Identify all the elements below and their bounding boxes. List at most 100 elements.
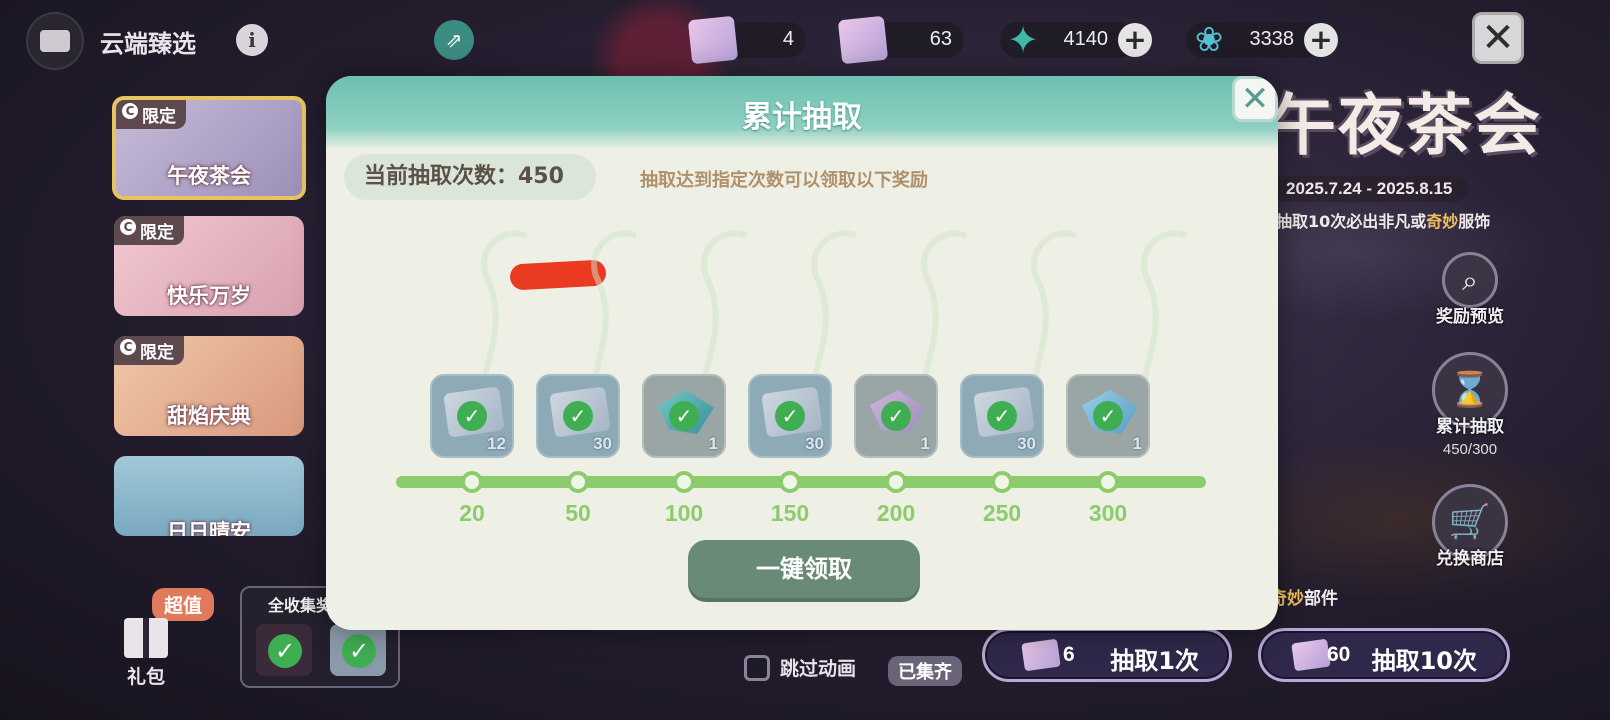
check-icon: ✓ <box>987 401 1017 431</box>
resource-value: 3338 <box>1249 28 1295 50</box>
reward-quantity: 1 <box>1132 434 1142 453</box>
event-note: 抽取10次必出非凡或奇妙服饰 <box>1276 212 1491 231</box>
gift-pack-button[interactable]: 礼包 <box>116 618 176 689</box>
cumulative-draw-button[interactable]: ⌛ 累计抽取 450/300 <box>1410 352 1530 458</box>
add-star-gem-button[interactable]: + <box>1118 23 1152 57</box>
resource-value: 4 <box>782 28 794 50</box>
add-butterfly-gem-button[interactable]: + <box>1304 23 1338 57</box>
banner-name: 午夜茶会 <box>167 164 251 188</box>
draw-ticket-icon <box>687 15 739 65</box>
draw-once-label: 抽取1次 <box>1110 647 1199 675</box>
close-page-button[interactable]: ✕ <box>1472 12 1524 64</box>
premium-ticket-icon <box>837 15 889 65</box>
milestone-node <box>991 471 1013 493</box>
value-badge: 超值 <box>152 588 215 621</box>
reward-quantity: 30 <box>593 434 612 453</box>
draw-ten-button[interactable]: 60 抽取10次 <box>1258 628 1510 682</box>
check-icon: ✓ <box>1093 401 1123 431</box>
check-icon: ✓ <box>775 401 805 431</box>
butterfly-gem-icon: ❀ <box>1194 20 1224 60</box>
banner-name: 快乐万岁 <box>167 284 251 308</box>
reward-quantity: 12 <box>487 434 506 453</box>
milestone-label: 150 <box>770 500 810 526</box>
collected-badge: 已集齐 <box>888 656 962 686</box>
milestone-label: 300 <box>1088 500 1128 526</box>
reward-quantity: 1 <box>920 434 930 453</box>
banner-midnight-tea[interactable]: 限定 午夜茶会 <box>112 96 306 200</box>
skip-label: 跳过动画 <box>780 658 857 680</box>
draw-ticket-icon <box>1291 638 1331 672</box>
banner-name: 甜焰庆典 <box>167 404 251 428</box>
check-icon: ✓ <box>563 401 593 431</box>
reward-card[interactable]: ✓ 1 <box>854 374 938 458</box>
limited-tag: 限定 <box>116 100 186 129</box>
reward-card[interactable]: ✓ 12 <box>430 374 514 458</box>
collection-title: 全收集奖 <box>268 596 333 615</box>
collection-slot: ✓ <box>256 624 312 676</box>
collection-slot: ✓ <box>330 624 386 676</box>
reward-preview-label: 奖励预览 <box>1436 307 1504 327</box>
shop-logo-icon <box>26 12 84 70</box>
draw-ticket-icon <box>1021 638 1061 672</box>
gift-label: 礼包 <box>126 666 165 688</box>
check-icon: ✓ <box>881 401 911 431</box>
exchange-shop-label: 兑换商店 <box>1436 549 1504 569</box>
milestone-node <box>567 471 589 493</box>
check-icon: ✓ <box>457 401 487 431</box>
resource-value: 63 <box>929 28 952 50</box>
check-icon: ✓ <box>268 634 302 668</box>
reward-quantity: 30 <box>805 434 824 453</box>
top-bar: 云端臻选 i ⇗ 4 63 ✦ 4140 + ❀ 3338 + ✕ <box>0 0 1610 80</box>
check-icon: ✓ <box>342 634 376 668</box>
draw-ten-label: 抽取10次 <box>1371 647 1477 675</box>
reward-preview-button[interactable]: ⌕ 奖励预览 <box>1410 252 1530 327</box>
skip-checkbox[interactable] <box>744 654 770 681</box>
app-title: 云端臻选 <box>100 30 196 58</box>
share-icon[interactable]: ⇗ <box>434 20 474 60</box>
exchange-shop-button[interactable]: 🛒 兑换商店 <box>1410 484 1530 569</box>
milestone-label: 50 <box>565 500 591 526</box>
close-icon[interactable]: ✕ <box>1232 76 1278 122</box>
limited-tag: 限定 <box>114 336 184 365</box>
resource-value: 4140 <box>1063 28 1109 50</box>
banner-happy[interactable]: 限定 快乐万岁 <box>114 216 304 316</box>
gift-icon <box>124 618 168 658</box>
current-draw-count: 当前抽取次数：450 <box>344 154 596 200</box>
resource-butterfly-gem: ❀ 3338 + <box>1186 20 1338 60</box>
milestone-label: 100 <box>664 500 704 526</box>
skip-animation-toggle[interactable]: 跳过动画 <box>744 654 856 681</box>
reward-card[interactable]: ✓ 30 <box>536 374 620 458</box>
check-icon: ✓ <box>669 401 699 431</box>
reward-hint: 抽取达到指定次数可以领取以下奖励 <box>640 170 928 191</box>
claim-all-button[interactable]: 一键领取 <box>688 540 920 598</box>
reward-card[interactable]: ✓ 1 <box>642 374 726 458</box>
milestone-label: 250 <box>982 500 1022 526</box>
milestone-node <box>885 471 907 493</box>
milestone-label: 200 <box>876 500 916 526</box>
reward-card[interactable]: ✓ 1 <box>1066 374 1150 458</box>
milestone-label: 20 <box>459 500 485 526</box>
draw-once-button[interactable]: 6 抽取1次 <box>982 628 1232 682</box>
progress-track <box>396 476 1206 488</box>
cumulative-draw-modal: 累计抽取 ✕ 当前抽取次数：450 抽取达到指定次数可以领取以下奖励 ✓ 12 ✓ 3… <box>326 76 1278 630</box>
reward-quantity: 1 <box>708 434 718 453</box>
modal-title: 累计抽取 <box>742 100 862 135</box>
resource-draw-ticket: 4 <box>687 15 806 65</box>
star-gem-icon: ✦ <box>1007 18 1039 62</box>
banner-sunny-day[interactable]: 日日晴安 <box>114 456 304 536</box>
info-icon[interactable]: i <box>236 24 268 56</box>
cumulative-draw-progress: 450/300 <box>1442 441 1498 458</box>
resource-premium-ticket: 63 <box>837 15 964 65</box>
milestone-node <box>1097 471 1119 493</box>
cumulative-draw-label: 累计抽取 <box>1436 417 1504 437</box>
reward-card[interactable]: ✓ 30 <box>960 374 1044 458</box>
limited-tag: 限定 <box>114 216 184 245</box>
reward-quantity: 30 <box>1017 434 1036 453</box>
banner-name: 日日晴安 <box>167 520 251 536</box>
milestone-node <box>779 471 801 493</box>
banner-sweet-flame[interactable]: 限定 甜焰庆典 <box>114 336 304 436</box>
reward-card[interactable]: ✓ 30 <box>748 374 832 458</box>
event-title: 午夜茶会 <box>1270 86 1542 164</box>
parts-banner: 奇妙部件 <box>1270 589 1338 609</box>
milestone-node <box>673 471 695 493</box>
